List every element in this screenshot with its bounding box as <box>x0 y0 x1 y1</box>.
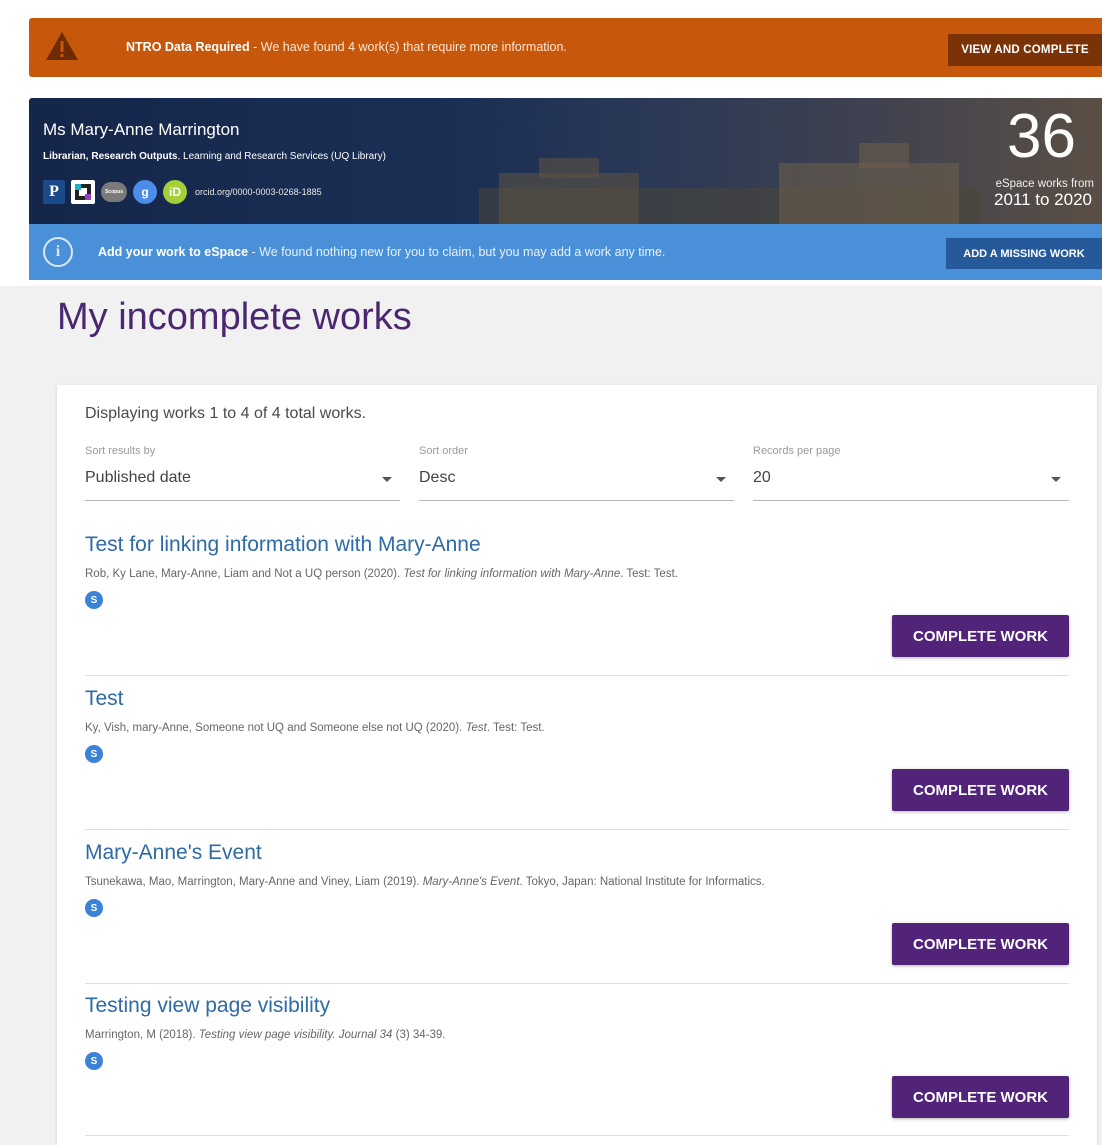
records-per-page-label: Records per page <box>753 445 841 457</box>
source-badge-icon: S <box>85 745 103 763</box>
work-citation: Rob, Ky Lane, Mary-Anne, Liam and Not a … <box>85 568 678 580</box>
list-item: Mary-Anne's Event Tsunekawa, Mao, Marrin… <box>85 841 1069 984</box>
dropdown-arrow-icon <box>716 477 726 482</box>
source-badge-icon: S <box>85 899 103 917</box>
records-per-page-value: 20 <box>753 469 771 486</box>
pure-icon[interactable] <box>71 180 95 204</box>
work-title[interactable]: Testing view page visibility <box>85 994 330 1018</box>
sort-order-label: Sort order <box>419 445 468 457</box>
orcid-link[interactable]: orcid.org/0000-0003-0268-1885 <box>195 187 322 197</box>
sort-by-value: Published date <box>85 469 191 486</box>
work-citation: Tsunekawa, Mao, Marrington, Mary-Anne an… <box>85 876 765 888</box>
orcid-icon[interactable]: iD <box>163 180 187 204</box>
work-citation: Ky, Vish, mary-Anne, Someone not UQ and … <box>85 722 545 734</box>
publons-icon[interactable]: P <box>43 180 65 204</box>
sort-order-select[interactable]: Sort order Desc <box>419 445 734 501</box>
sort-by-select[interactable]: Sort results by Published date <box>85 445 400 501</box>
author-role: Librarian, Research Outputs, Learning an… <box>43 151 386 162</box>
espace-works-count: 36 <box>1007 102 1076 171</box>
work-title[interactable]: Mary-Anne's Event <box>85 841 262 865</box>
complete-work-button[interactable]: COMPLETE WORK <box>892 923 1069 965</box>
warning-icon <box>46 32 78 60</box>
records-per-page-select[interactable]: Records per page 20 <box>753 445 1069 501</box>
list-item: Testing view page visibility Marrington,… <box>85 994 1069 1136</box>
espace-works-label: eSpace works from <box>995 178 1094 190</box>
incomplete-works-card: Displaying works 1 to 4 of 4 total works… <box>57 385 1097 1145</box>
dropdown-arrow-icon <box>382 477 392 482</box>
author-identifier-icons: P Scopus g iD orcid.org/0000-0003-0268-1… <box>43 180 322 204</box>
add-missing-work-button[interactable]: ADD A MISSING WORK <box>946 238 1102 269</box>
view-and-complete-button[interactable]: VIEW AND COMPLETE <box>948 34 1102 66</box>
source-badge-icon: S <box>85 1052 103 1070</box>
author-profile-header: Ms Mary-Anne Marrington Librarian, Resea… <box>29 98 1102 224</box>
info-icon: i <box>43 237 73 267</box>
work-citation: Marrington, M (2018). Testing view page … <box>85 1029 446 1041</box>
results-count: Displaying works 1 to 4 of 4 total works… <box>85 405 367 422</box>
add-work-message: Add your work to eSpace - We found nothi… <box>98 245 666 259</box>
sort-by-label: Sort results by <box>85 445 156 457</box>
work-title[interactable]: Test <box>85 687 124 711</box>
google-scholar-icon[interactable]: g <box>133 180 157 204</box>
ntro-alert-banner: NTRO Data Required - We have found 4 wor… <box>29 18 1102 77</box>
complete-work-button[interactable]: COMPLETE WORK <box>892 1076 1069 1118</box>
list-item: Test Ky, Vish, mary-Anne, Someone not UQ… <box>85 687 1069 830</box>
add-work-info-banner: i Add your work to eSpace - We found not… <box>29 224 1102 280</box>
work-title[interactable]: Test for linking information with Mary-A… <box>85 533 481 557</box>
scopus-icon[interactable]: Scopus <box>101 182 127 202</box>
list-item: Test for linking information with Mary-A… <box>85 533 1069 676</box>
dropdown-arrow-icon <box>1051 477 1061 482</box>
espace-works-years: 2011 to 2020 <box>994 190 1092 209</box>
ntro-message: NTRO Data Required - We have found 4 wor… <box>126 40 567 54</box>
complete-work-button[interactable]: COMPLETE WORK <box>892 615 1069 657</box>
page-title: My incomplete works <box>57 296 412 338</box>
complete-work-button[interactable]: COMPLETE WORK <box>892 769 1069 811</box>
sort-order-value: Desc <box>419 469 456 486</box>
source-badge-icon: S <box>85 591 103 609</box>
building-background-image <box>479 143 979 224</box>
author-name: Ms Mary-Anne Marrington <box>43 120 240 139</box>
